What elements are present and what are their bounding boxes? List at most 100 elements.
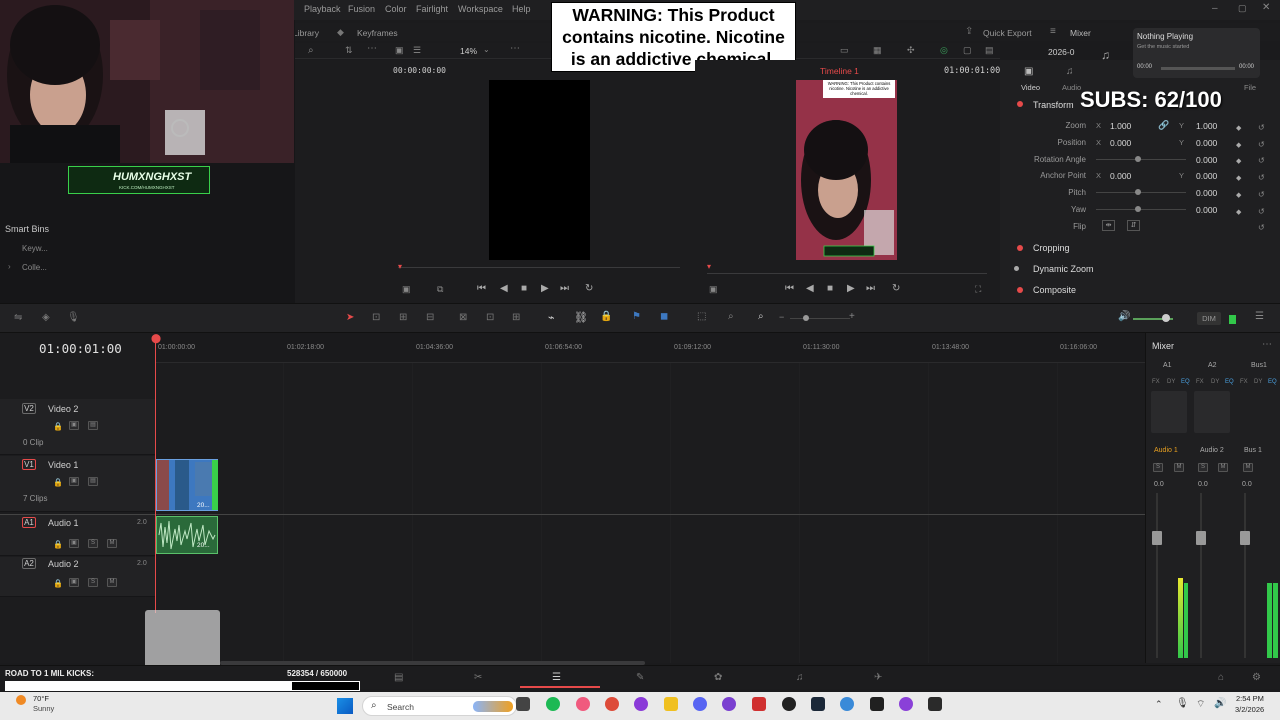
- search-icon[interactable]: ⌕: [308, 45, 314, 56]
- linked-selection-icon[interactable]: ⛓: [574, 311, 588, 324]
- edit-page-icon[interactable]: ☰: [552, 672, 561, 683]
- auto-select-icon-v1[interactable]: ▣: [69, 477, 79, 486]
- mute-button-a1[interactable]: M: [107, 539, 117, 548]
- rotation-slider-track[interactable]: [1096, 159, 1186, 160]
- menu-workspace[interactable]: Workspace: [458, 4, 503, 14]
- flip-vertical-icon[interactable]: ⇵: [1127, 220, 1140, 231]
- anchor-x-field[interactable]: 0.000: [1110, 171, 1131, 181]
- marker-icon[interactable]: ◼: [660, 311, 668, 322]
- fusion-page-icon[interactable]: ✎: [636, 672, 644, 683]
- tray-wifi-icon[interactable]: ⌔: [1196, 698, 1205, 711]
- smart-bin-keywords[interactable]: Keyw...: [22, 244, 48, 253]
- library-tab[interactable]: Library: [293, 28, 319, 38]
- inspector-tab-video[interactable]: Video: [1021, 83, 1040, 92]
- tray-chevron-up-icon[interactable]: ⌃: [1155, 699, 1163, 710]
- media-icon[interactable]: ▤: [985, 45, 994, 56]
- mixer-mute-bus1[interactable]: M: [1243, 463, 1253, 472]
- twitch-icon[interactable]: [899, 697, 913, 711]
- timeline-current-timecode[interactable]: 01:00:01:00: [39, 341, 122, 356]
- composite-section[interactable]: Composite: [1033, 285, 1076, 295]
- zoom-in-icon[interactable]: +: [849, 311, 855, 322]
- fader-a1[interactable]: [1152, 531, 1162, 545]
- render-icon[interactable]: ◎: [940, 45, 948, 56]
- mute-button-a2[interactable]: M: [107, 578, 117, 587]
- transform-enabled-dot[interactable]: [1017, 101, 1023, 107]
- lock-icon-a1[interactable]: 🔒: [53, 540, 63, 549]
- window-icon[interactable]: ▢: [963, 45, 972, 56]
- timeline-mode-icon[interactable]: ▣: [709, 284, 718, 295]
- menu-fairlight[interactable]: Fairlight: [416, 4, 448, 14]
- browser-icon[interactable]: [840, 697, 854, 711]
- mixer-icon[interactable]: ≡: [1050, 26, 1056, 37]
- rotation-field[interactable]: 0.000: [1196, 155, 1217, 165]
- timeline-layout-icon[interactable]: ⇋: [14, 312, 22, 323]
- pan-control-a2[interactable]: [1194, 391, 1230, 433]
- yaw-field[interactable]: 0.000: [1196, 205, 1217, 215]
- link-icon[interactable]: 🔗: [1158, 120, 1169, 131]
- composite-enabled-dot[interactable]: [1017, 287, 1023, 293]
- quick-export-button[interactable]: Quick Export: [983, 28, 1032, 38]
- sort-icon[interactable]: ⇅: [345, 45, 353, 56]
- rotation-slider-handle[interactable]: [1135, 156, 1141, 162]
- volume-icon[interactable]: 🔊: [1118, 311, 1130, 322]
- yaw-slider-track[interactable]: [1096, 209, 1186, 210]
- pitch-slider-track[interactable]: [1096, 192, 1186, 193]
- tray-time[interactable]: 2:54 PM: [1236, 694, 1264, 703]
- zoom-detail-icon[interactable]: ⌕: [728, 311, 734, 322]
- keyframe-diamonds[interactable]: ◆ ◆ ◆ ◆ ◆ ◆: [1236, 121, 1241, 221]
- now-playing-progress[interactable]: [1161, 67, 1235, 70]
- pitch-field[interactable]: 0.000: [1196, 188, 1217, 198]
- task-view-icon[interactable]: [516, 697, 530, 711]
- obs-icon[interactable]: [782, 697, 796, 711]
- menu-color[interactable]: Color: [385, 4, 407, 14]
- menu-playback[interactable]: Playback: [304, 4, 341, 14]
- viewer-more-icon[interactable]: ⋯: [510, 43, 520, 54]
- timeline-zoom-slider[interactable]: [790, 318, 850, 319]
- menu-fusion[interactable]: Fusion: [348, 4, 375, 14]
- weather-condition[interactable]: Sunny: [33, 704, 54, 713]
- timeline-view-icon[interactable]: ◈: [42, 312, 50, 323]
- fullscreen-icon[interactable]: ⛶: [975, 284, 981, 295]
- mixer-solo-a1[interactable]: S: [1153, 463, 1163, 472]
- reset-icons[interactable]: ↺ ↺ ↺ ↺ ↺ ↺ ↺: [1258, 120, 1265, 237]
- menu-help[interactable]: Help: [512, 4, 531, 14]
- thumbnail-view-icon[interactable]: ▣: [395, 45, 404, 56]
- lock-icon-v1[interactable]: 🔒: [53, 478, 63, 487]
- taskbar-search[interactable]: ⌕ Search: [362, 696, 517, 716]
- timeline-stop-icon[interactable]: ■: [827, 283, 833, 294]
- video-clip-stack[interactable]: 20...: [156, 459, 218, 511]
- track-name-a1[interactable]: Audio 1: [48, 518, 79, 528]
- pitch-slider-handle[interactable]: [1135, 189, 1141, 195]
- flag-icon[interactable]: ⚑: [632, 311, 641, 322]
- terminal-icon[interactable]: [870, 697, 884, 711]
- mixer-toggle[interactable]: Mixer: [1070, 28, 1091, 38]
- solo-button-a2[interactable]: S: [88, 578, 98, 587]
- track-name-a2[interactable]: Audio 2: [48, 559, 79, 569]
- auto-select-icon-a1[interactable]: ▣: [69, 539, 79, 548]
- obs-red-icon[interactable]: [752, 697, 766, 711]
- weather-temp[interactable]: 70°F: [33, 694, 49, 703]
- blade-tool-icon[interactable]: ⊟: [426, 312, 434, 323]
- cut-page-icon[interactable]: ✂: [474, 672, 482, 683]
- timeline-options-icon[interactable]: ☰: [1255, 311, 1264, 322]
- dynamic-zoom-section[interactable]: Dynamic Zoom: [1033, 264, 1094, 274]
- dy-label-a2[interactable]: DY: [1211, 379, 1219, 385]
- pan-control-a1[interactable]: [1151, 391, 1187, 433]
- fx-label-a2[interactable]: FX: [1196, 379, 1204, 385]
- eq-label-a1[interactable]: EQ: [1181, 379, 1190, 385]
- tray-microphone-icon[interactable]: 🎙: [1176, 698, 1189, 709]
- zoom-level[interactable]: 14%: [460, 46, 477, 56]
- smart-bin-collections[interactable]: Colle...: [22, 263, 47, 272]
- color-page-icon[interactable]: ✿: [714, 672, 722, 683]
- timeline-playhead-marker[interactable]: ▾: [707, 262, 711, 271]
- position-lock-icon[interactable]: 🔒: [600, 311, 612, 322]
- eq-label-a2[interactable]: EQ: [1225, 379, 1234, 385]
- auto-select-icon-a2[interactable]: ▣: [69, 578, 79, 587]
- cropping-section[interactable]: Cropping: [1033, 243, 1070, 253]
- chevron-down-icon[interactable]: ⌄: [483, 45, 490, 54]
- track-id-a2[interactable]: A2: [22, 558, 36, 569]
- mixer-mute-a1[interactable]: M: [1174, 463, 1184, 472]
- tray-volume-icon[interactable]: 🔊: [1214, 698, 1226, 709]
- solo-button-a1[interactable]: S: [88, 539, 98, 548]
- dynamic-zoom-enabled-dot[interactable]: [1014, 266, 1019, 271]
